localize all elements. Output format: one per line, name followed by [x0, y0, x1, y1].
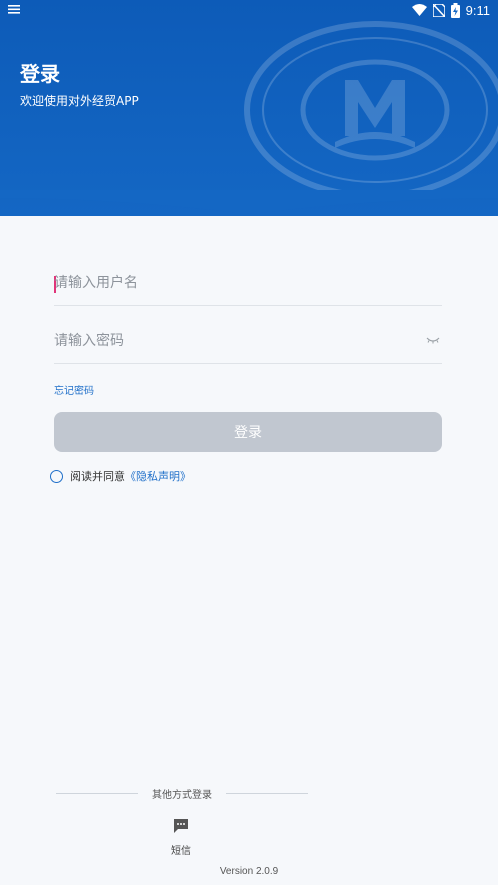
chat-bubble-icon [174, 819, 188, 833]
other-login-divider: 其他方式登录 [56, 786, 308, 801]
agree-radio[interactable] [50, 469, 63, 483]
username-input[interactable] [54, 262, 414, 304]
page-subtitle: 欢迎使用对外经贸APP [20, 94, 139, 108]
agreement-row: 阅读并同意 《隐私声明》 [50, 468, 191, 484]
eye-closed-icon[interactable] [426, 334, 440, 346]
school-seal-watermark [244, 21, 498, 198]
status-icons: 9:11 [411, 2, 490, 18]
wifi-icon [411, 4, 427, 16]
version-text: Version 2.0.9 [219, 866, 279, 877]
status-time: 9:11 [465, 2, 490, 18]
divider-left [56, 793, 138, 794]
privacy-link[interactable]: 《隐私声明》 [125, 468, 191, 484]
menu-icon [8, 5, 20, 14]
page-title: 登录 [20, 62, 60, 86]
no-sim-icon [432, 3, 445, 17]
header-wave [0, 190, 498, 214]
username-field [54, 262, 442, 306]
login-screen: 9:11 登录 欢迎使用对外经贸APP 忘记密码 登录 阅读并同意 《隐私声明》… [0, 0, 498, 885]
other-login-label: 其他方式登录 [152, 790, 212, 801]
login-button[interactable]: 登录 [54, 412, 442, 452]
agree-text: 阅读并同意 [70, 470, 125, 483]
sms-label: 短信 [171, 846, 191, 857]
password-field [54, 320, 442, 364]
divider-right [226, 793, 308, 794]
sms-login-button[interactable]: 短信 [166, 816, 196, 858]
header-banner: 9:11 登录 欢迎使用对外经贸APP [0, 0, 498, 216]
battery-charging-icon [450, 2, 460, 18]
password-input[interactable] [54, 320, 414, 362]
forgot-password-link[interactable]: 忘记密码 [54, 382, 94, 397]
status-bar: 9:11 [0, 0, 498, 20]
